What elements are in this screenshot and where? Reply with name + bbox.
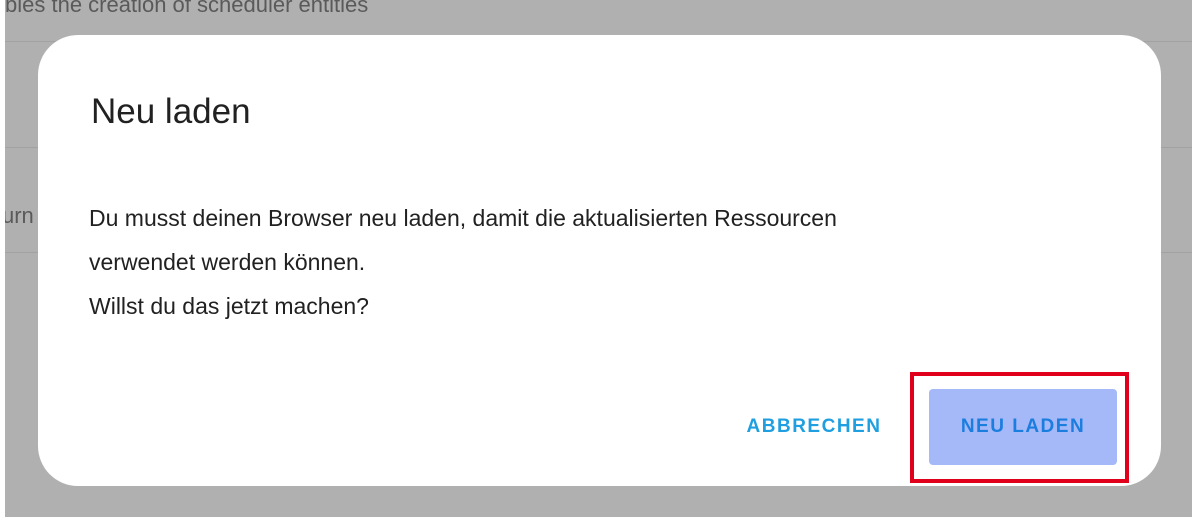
dialog-title: Neu laden xyxy=(91,92,251,131)
reload-button[interactable]: NEU LADEN xyxy=(929,389,1117,465)
dialog-message-line: Du musst deinen Browser neu laden, damit… xyxy=(89,205,837,231)
background-label-text: urn xyxy=(5,203,34,228)
cancel-button[interactable]: ABBRECHEN xyxy=(726,407,902,447)
dialog-message-line: Willst du das jetzt machen? xyxy=(89,293,369,319)
reload-dialog: Neu laden Du musst deinen Browser neu la… xyxy=(38,35,1161,486)
dialog-message-line: verwendet werden können. xyxy=(89,249,366,275)
dialog-message: Du musst deinen Browser neu laden, damit… xyxy=(89,196,1109,328)
background-description-text: bles the creation of scheduler entities xyxy=(5,0,369,17)
